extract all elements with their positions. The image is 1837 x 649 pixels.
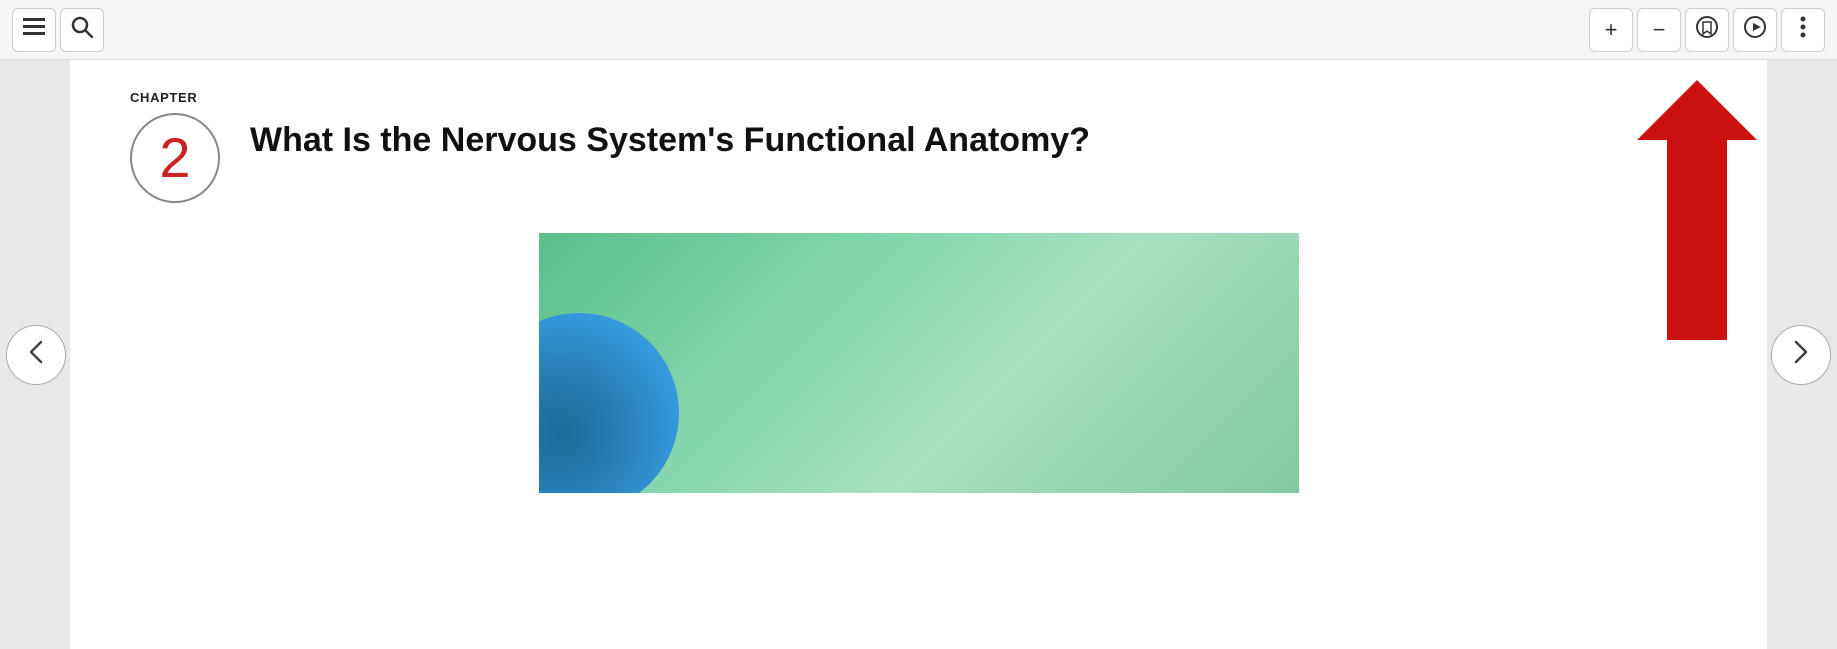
toolbar-left	[12, 8, 104, 52]
zoom-in-button[interactable]: +	[1589, 8, 1633, 52]
page-content: CHAPTER 2 What Is the Nervous System's F…	[70, 60, 1767, 649]
zoom-in-icon: +	[1605, 17, 1618, 43]
play-icon	[1744, 16, 1766, 44]
next-icon	[1794, 340, 1808, 370]
chapter-label: CHAPTER	[130, 90, 1707, 105]
bookmark-button[interactable]	[1685, 8, 1729, 52]
play-button[interactable]	[1733, 8, 1777, 52]
toolbar: + −	[0, 0, 1837, 60]
prev-icon	[29, 340, 43, 370]
search-icon	[71, 16, 93, 43]
menu-icon	[23, 18, 45, 41]
zoom-out-icon: −	[1653, 17, 1666, 43]
zoom-out-button[interactable]: −	[1637, 8, 1681, 52]
prev-page-button[interactable]	[6, 325, 66, 385]
chapter-image-circle-decoration	[539, 313, 679, 493]
chapter-header: 2 What Is the Nervous System's Functiona…	[130, 113, 1707, 203]
more-button[interactable]	[1781, 8, 1825, 52]
red-arrow-annotation	[1597, 80, 1757, 340]
bookmark-icon	[1695, 15, 1719, 45]
chapter-number: 2	[159, 130, 190, 186]
main-area: CHAPTER 2 What Is the Nervous System's F…	[0, 60, 1837, 649]
chapter-title: What Is the Nervous System's Functional …	[250, 113, 1090, 162]
menu-button[interactable]	[12, 8, 56, 52]
next-page-button[interactable]	[1771, 325, 1831, 385]
chapter-number-circle: 2	[130, 113, 220, 203]
search-button[interactable]	[60, 8, 104, 52]
more-icon	[1800, 16, 1806, 44]
toolbar-right: + −	[1589, 8, 1825, 52]
chapter-image	[539, 233, 1299, 493]
